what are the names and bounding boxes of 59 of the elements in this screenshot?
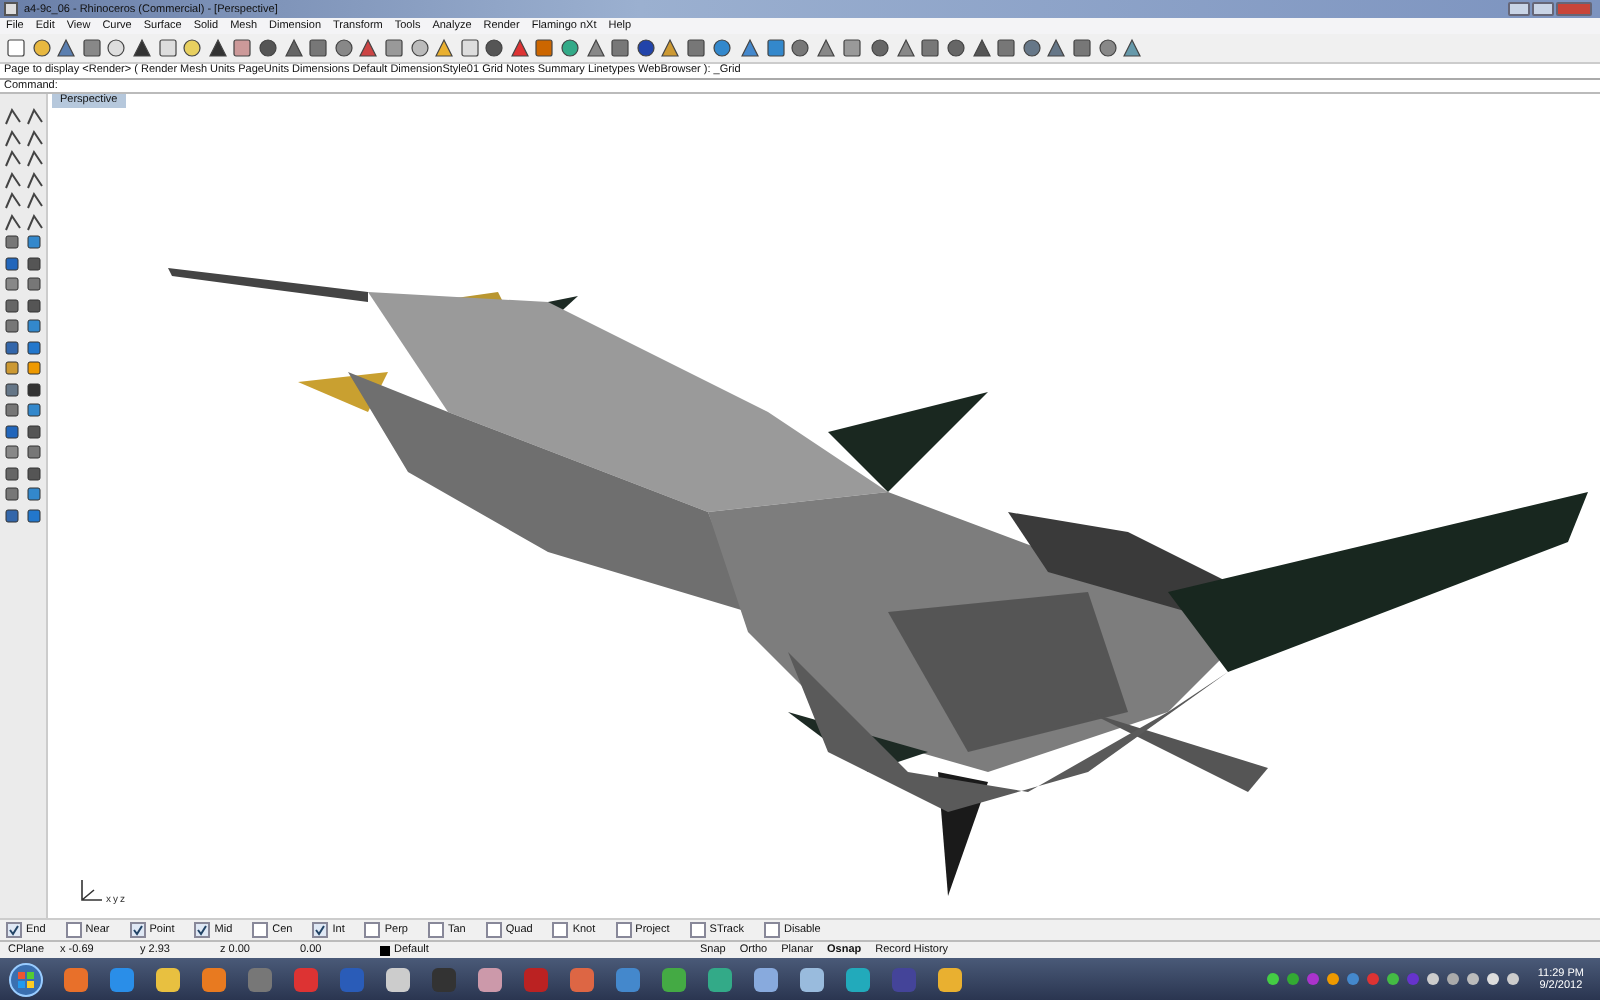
toolbar-icon[interactable] xyxy=(306,36,331,60)
toolbar-icon[interactable] xyxy=(788,36,813,60)
taskbar-app-icon[interactable] xyxy=(200,965,228,993)
toolbar-icon[interactable] xyxy=(1019,36,1044,60)
toolbar-icon[interactable] xyxy=(407,36,431,60)
taskbar-app-icon[interactable] xyxy=(706,965,734,993)
toolbar-icon[interactable] xyxy=(1069,36,1094,60)
toolbar-icon[interactable] xyxy=(532,36,557,60)
checkbox[interactable] xyxy=(364,922,381,938)
taskbar-app-icon[interactable] xyxy=(108,965,136,993)
checkbox[interactable] xyxy=(65,922,82,938)
checkbox[interactable] xyxy=(764,922,780,938)
toolbar-icon[interactable] xyxy=(763,36,788,60)
checkbox[interactable] xyxy=(615,922,632,938)
taskbar-app-icon[interactable] xyxy=(476,965,504,993)
toolbar-icon[interactable] xyxy=(331,36,356,60)
toolbar-icon[interactable] xyxy=(104,36,129,60)
toolbar-icon[interactable] xyxy=(839,36,864,60)
checkbox[interactable] xyxy=(252,922,269,938)
toolbar-icon[interactable] xyxy=(868,36,893,60)
start-button[interactable] xyxy=(8,961,44,997)
toolbar-icon[interactable] xyxy=(482,36,507,60)
toolbar-icon[interactable] xyxy=(684,36,709,60)
toolbar-icon[interactable] xyxy=(608,36,633,60)
toolbar-icon[interactable] xyxy=(994,36,1019,60)
checkbox[interactable] xyxy=(6,922,22,938)
checkbox[interactable] xyxy=(485,922,502,938)
checkbox[interactable] xyxy=(312,922,329,938)
toolbar-icon[interactable] xyxy=(255,36,280,60)
toolbar-icon[interactable] xyxy=(943,36,968,60)
toolbar-icon[interactable] xyxy=(918,36,943,60)
minimize-button[interactable] xyxy=(1508,2,1530,16)
toolbar-icon[interactable] xyxy=(180,36,205,60)
taskbar-app-icon[interactable] xyxy=(384,965,412,993)
taskbar-app-icon[interactable] xyxy=(568,965,596,993)
taskbar-app-icon[interactable] xyxy=(660,965,688,993)
taskbar-app-icon[interactable] xyxy=(62,965,90,993)
toolbar-icon[interactable] xyxy=(230,36,255,60)
checkbox[interactable] xyxy=(427,922,444,938)
checkbox[interactable] xyxy=(129,922,146,938)
taskbar-app-icon[interactable] xyxy=(154,965,182,993)
checkbox[interactable] xyxy=(689,922,706,938)
toolbar-icon[interactable] xyxy=(709,36,734,60)
axis-triad-icon[interactable] xyxy=(76,878,104,906)
taskbar-app-icon[interactable] xyxy=(936,965,964,993)
taskbar-app-icon[interactable] xyxy=(844,965,872,993)
toolbar-icon[interactable] xyxy=(558,36,583,60)
taskbar-app-icon[interactable] xyxy=(614,965,642,993)
toolbar-icon[interactable] xyxy=(29,36,54,60)
maximize-button[interactable] xyxy=(1532,2,1554,16)
toolbar-icon[interactable] xyxy=(381,36,406,60)
toolbar-icon[interactable] xyxy=(1095,36,1120,60)
toolbar-icon[interactable] xyxy=(633,36,658,60)
app-icon[interactable] xyxy=(4,2,18,16)
checkbox[interactable] xyxy=(194,922,211,938)
checkbox[interactable] xyxy=(552,922,569,938)
toolbar-icon[interactable] xyxy=(79,36,104,60)
taskbar-app-icon[interactable] xyxy=(798,965,826,993)
taskbar-app-icon[interactable] xyxy=(752,965,780,993)
